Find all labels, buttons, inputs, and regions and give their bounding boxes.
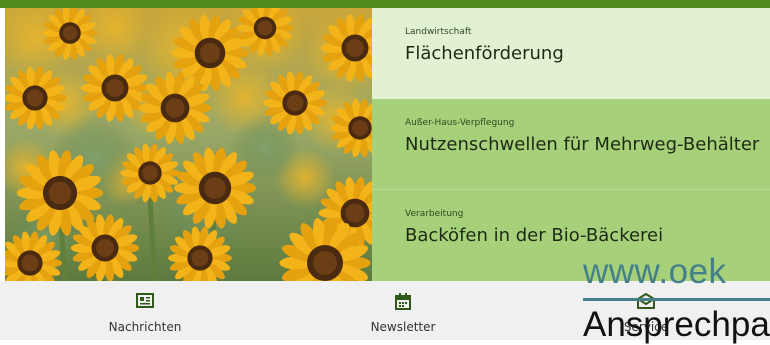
sunflower-field-illustration	[5, 8, 390, 281]
nav-item-nachrichten[interactable]: Nachrichten	[95, 281, 195, 340]
newspaper-icon	[136, 293, 154, 312]
nav-label: Newsletter	[370, 320, 436, 334]
teaser-list: Landwirtschaft Flächenförderung Außer-Ha…	[372, 8, 770, 281]
teaser-item-mehrweg[interactable]: Außer-Haus-Verpflegung Nutzenschwellen f…	[372, 99, 770, 190]
overlay-url-link[interactable]: www.oek	[583, 252, 727, 292]
overlay-link-underline	[583, 298, 770, 301]
top-accent-bar	[0, 0, 770, 8]
teaser-title[interactable]: Backöfen in der Bio-Bäckerei	[405, 225, 770, 246]
teaser-category: Verarbeitung	[405, 209, 464, 219]
nav-label: Nachrichten	[108, 320, 182, 334]
teaser-item-flaechenfoerderung[interactable]: Landwirtschaft Flächenförderung	[372, 8, 770, 99]
teaser-title[interactable]: Nutzenschwellen für Mehrweg-Behälter	[405, 134, 770, 155]
teaser-category: Außer-Haus-Verpflegung	[405, 118, 515, 128]
active-indicator-arrow	[372, 22, 389, 76]
teaser-title[interactable]: Flächenförderung	[405, 43, 770, 64]
teaser-divider	[372, 189, 770, 190]
calendar-icon	[395, 293, 411, 314]
teaser-category: Landwirtschaft	[405, 27, 472, 37]
hero-image-sunflowers	[5, 8, 390, 281]
nav-item-newsletter[interactable]: Newsletter	[353, 281, 453, 340]
overlay-contact-heading: Ansprechpa	[583, 305, 770, 344]
